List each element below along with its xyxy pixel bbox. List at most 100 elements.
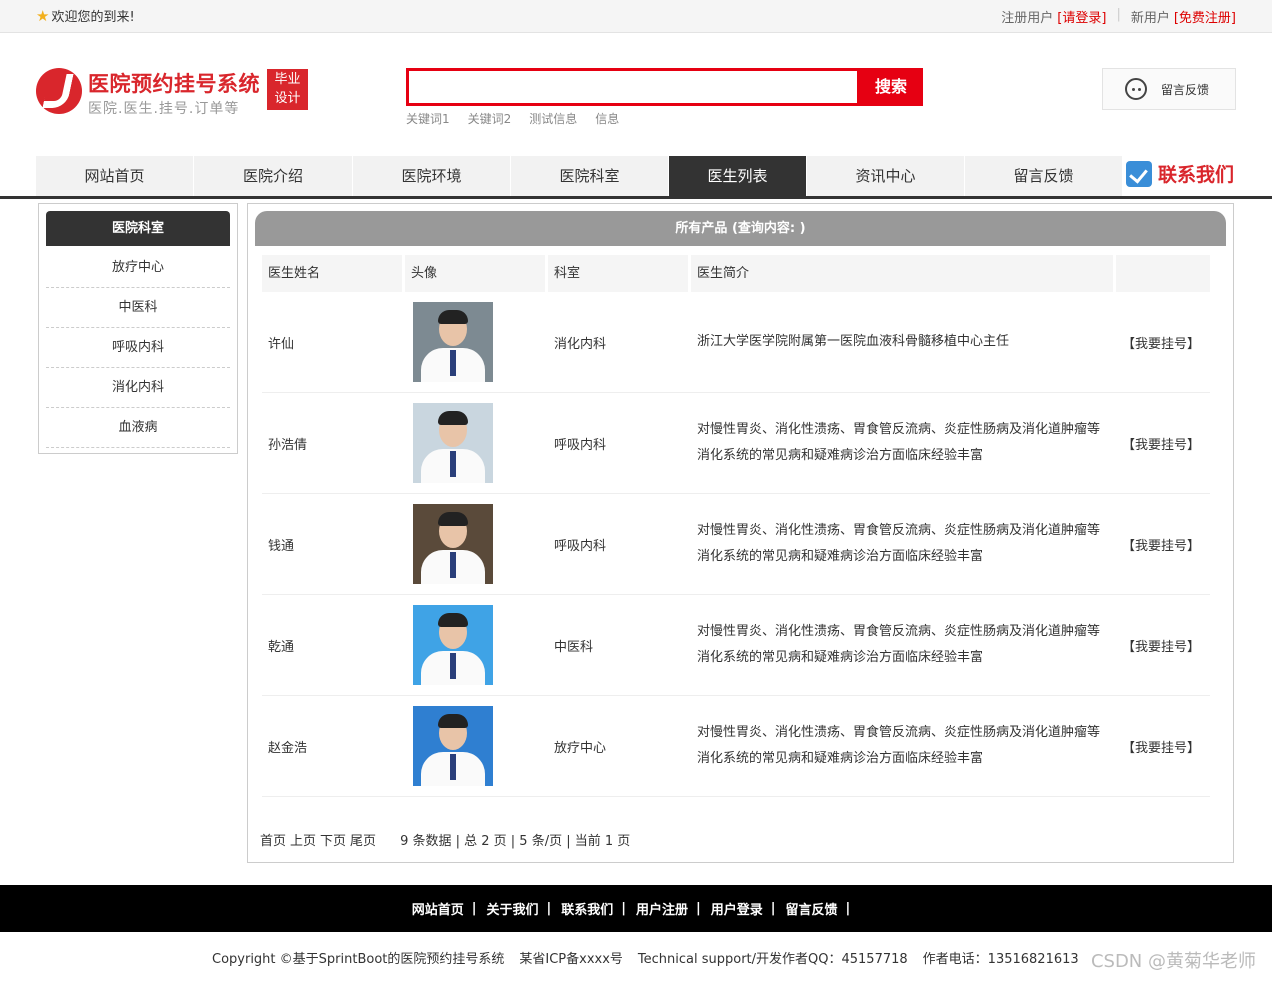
doctor-photo[interactable] [413,302,493,382]
doctor-photo[interactable] [413,605,493,685]
search-bar: 搜索 [406,68,923,106]
sidebar-item-gastroenterology[interactable]: 消化内科 [46,368,230,408]
register-link[interactable]: [免费注册] [1174,7,1236,26]
feedback-button[interactable]: 留言反馈 [1102,68,1236,110]
bio-line-2: 消化系统的常见病和疑难病诊治方面临床经验丰富 [697,448,984,463]
sidebar-item-hematology[interactable]: 血液病 [46,408,230,448]
new-user-label: 新用户 [1130,11,1170,26]
site-logo[interactable]: 医院预约挂号系统 医院.医生.挂号.订单等 毕业 设计 [36,68,316,118]
nav-item-hospital-intro[interactable]: 医院介绍 [194,156,353,196]
bio-line-2: 消化系统的常见病和疑难病诊治方面临床经验丰富 [697,549,984,564]
last-page-link[interactable]: 尾页 [350,830,376,849]
bio-line-1: 对慢性胃炎、消化性溃疡、胃食管反流病、炎症性肠病及消化道肿瘤等 [697,422,1101,437]
book-appointment-link[interactable]: 【我要挂号】 [1116,737,1210,756]
copyright-bar: Copyright ©基于SprintBoot的医院预约挂号系统 某省ICP备x… [212,948,1079,967]
column-header-photo: 头像 [405,255,545,292]
table-row: 孙浩倩 呼吸内科 对慢性胃炎、消化性溃疡、胃食管反流病、炎症性肠病及消化道肿瘤等 消化… [262,393,1210,494]
book-appointment-link[interactable]: 【我要挂号】 [1116,535,1210,554]
first-page-link[interactable]: 首页 [260,830,286,849]
footer-link-feedback[interactable]: 留言反馈 [786,899,838,918]
nav-item-doctor-list[interactable]: 医生列表 [669,156,807,196]
login-link[interactable]: [请登录] [1057,7,1106,26]
bio-line-1: 对慢性胃炎、消化性溃疡、胃食管反流病、炎症性肠病及消化道肿瘤等 [697,523,1101,538]
doctor-photo[interactable] [413,504,493,584]
next-page-link[interactable]: 下页 [320,830,346,849]
doctor-name: 孙浩倩 [268,437,308,453]
star-icon: ★ [36,6,50,25]
footer-link-register[interactable]: 用户注册 [636,899,688,918]
doctor-name: 许仙 [268,336,295,352]
bio-line-2: 消化系统的常见病和疑难病诊治方面临床经验丰富 [697,650,984,665]
book-appointment-link[interactable]: 【我要挂号】 [1116,434,1210,453]
search-button[interactable]: 搜索 [859,68,923,106]
logo-mark-icon [36,68,82,114]
divider: | [1116,7,1121,22]
footer-link-login[interactable]: 用户登录 [711,899,763,918]
sidebar-item-radiotherapy[interactable]: 放疗中心 [46,248,230,288]
sidebar-item-respiratory[interactable]: 呼吸内科 [46,328,230,368]
bio-line-1: 对慢性胃炎、消化性溃疡、胃食管反流病、炎症性肠病及消化道肿瘤等 [697,725,1101,740]
divider: | [471,901,477,916]
account-links: 注册用户 [请登录] | 新用户 [免费注册] [1001,7,1236,26]
footer-link-about[interactable]: 关于我们 [486,899,538,918]
nav-item-departments[interactable]: 医院科室 [511,156,669,196]
column-header-bio: 医生简介 [691,255,1113,292]
prev-page-link[interactable]: 上页 [290,830,316,849]
welcome-message: ★ 欢迎您的到来! [36,6,135,26]
doctor-name: 乾通 [268,639,295,655]
doctor-department: 放疗中心 [554,740,607,756]
panel-title: 所有产品 (查询内容: ) [255,211,1226,246]
doctor-department: 消化内科 [554,336,607,352]
badge-line-2: 设计 [274,91,301,106]
icp-text: 某省ICP备xxxx号 [519,952,623,967]
divider: | [770,901,776,916]
nav-item-home[interactable]: 网站首页 [36,156,194,196]
doctor-bio: 对慢性胃炎、消化性溃疡、胃食管反流病、炎症性肠病及消化道肿瘤等 消化系统的常见病和… [691,720,1113,772]
divider: | [546,901,552,916]
table-header: 医生姓名 头像 科室 医生简介 [262,255,1210,292]
keyword-link[interactable]: 关键词1 [406,110,450,127]
contact-us-label: 联系我们 [1158,164,1235,186]
doctor-department: 中医科 [554,639,594,655]
doctor-photo[interactable] [413,403,493,483]
feedback-label: 留言反馈 [1161,82,1210,97]
contact-us-button[interactable]: 联系我们 [1126,160,1234,187]
phone-text: 作者电话：13516821613 [922,952,1079,967]
book-appointment-link[interactable]: 【我要挂号】 [1116,636,1210,655]
contact-icon [1126,160,1152,187]
doctor-photo-cell [405,605,545,685]
nav-divider [0,196,1272,199]
footer-link-home[interactable]: 网站首页 [412,899,464,918]
column-header-department: 科室 [548,255,688,292]
bio-line-2: 消化系统的常见病和疑难病诊治方面临床经验丰富 [697,751,984,766]
search-input[interactable] [406,68,860,106]
sidebar-title: 医院科室 [46,211,230,246]
book-appointment-link[interactable]: 【我要挂号】 [1116,333,1210,352]
nav-item-feedback[interactable]: 留言反馈 [965,156,1123,196]
divider: | [696,901,701,916]
doctor-photo[interactable] [413,706,493,786]
doctor-table: 医生姓名 头像 科室 医生简介 许仙 消化内科 浙江大学医学院附属第一医院血液科骨髓… [262,255,1210,797]
doctor-bio: 浙江大学医学院附属第一医院血液科骨髓移植中心主任 [691,329,1113,355]
department-list: 放疗中心 中医科 呼吸内科 消化内科 血液病 [46,248,230,448]
pagination: 首页 上页 下页 尾页 9 条数据 | 总 2 页 | 5 条/页 | 当前 1… [260,830,634,849]
doctor-bio: 对慢性胃炎、消化性溃疡、胃食管反流病、炎症性肠病及消化道肿瘤等 消化系统的常见病和… [691,518,1113,570]
keyword-link[interactable]: 关键词2 [468,110,512,127]
column-header-action [1116,255,1210,292]
site-subtitle: 医院.医生.挂号.订单等 [88,101,240,117]
nav-item-hospital-environment[interactable]: 医院环境 [353,156,511,196]
column-header-name: 医生姓名 [262,255,402,292]
welcome-text: 欢迎您的到来! [51,10,135,25]
table-row: 赵金浩 放疗中心 对慢性胃炎、消化性溃疡、胃食管反流病、炎症性肠病及消化道肿瘤等 消化… [262,696,1210,797]
table-row: 许仙 消化内科 浙江大学医学院附属第一医院血液科骨髓移植中心主任 【我要挂号】 [262,292,1210,393]
csdn-watermark: CSDN @黄菊华老师 [1090,951,1256,972]
doctor-photo-cell [405,403,545,483]
sidebar-item-chinese-medicine[interactable]: 中医科 [46,288,230,328]
top-bar: ★ 欢迎您的到来! 注册用户 [请登录] | 新用户 [免费注册] [0,0,1272,33]
nav-item-news[interactable]: 资讯中心 [807,156,965,196]
support-text: Technical support/开发作者QQ：45157718 [637,952,908,967]
keyword-link[interactable]: 信息 [595,110,619,127]
keyword-link[interactable]: 测试信息 [529,110,577,127]
footer-link-contact[interactable]: 联系我们 [561,899,613,918]
main-nav: 网站首页 医院介绍 医院环境 医院科室 医生列表 资讯中心 留言反馈 [36,156,1123,196]
